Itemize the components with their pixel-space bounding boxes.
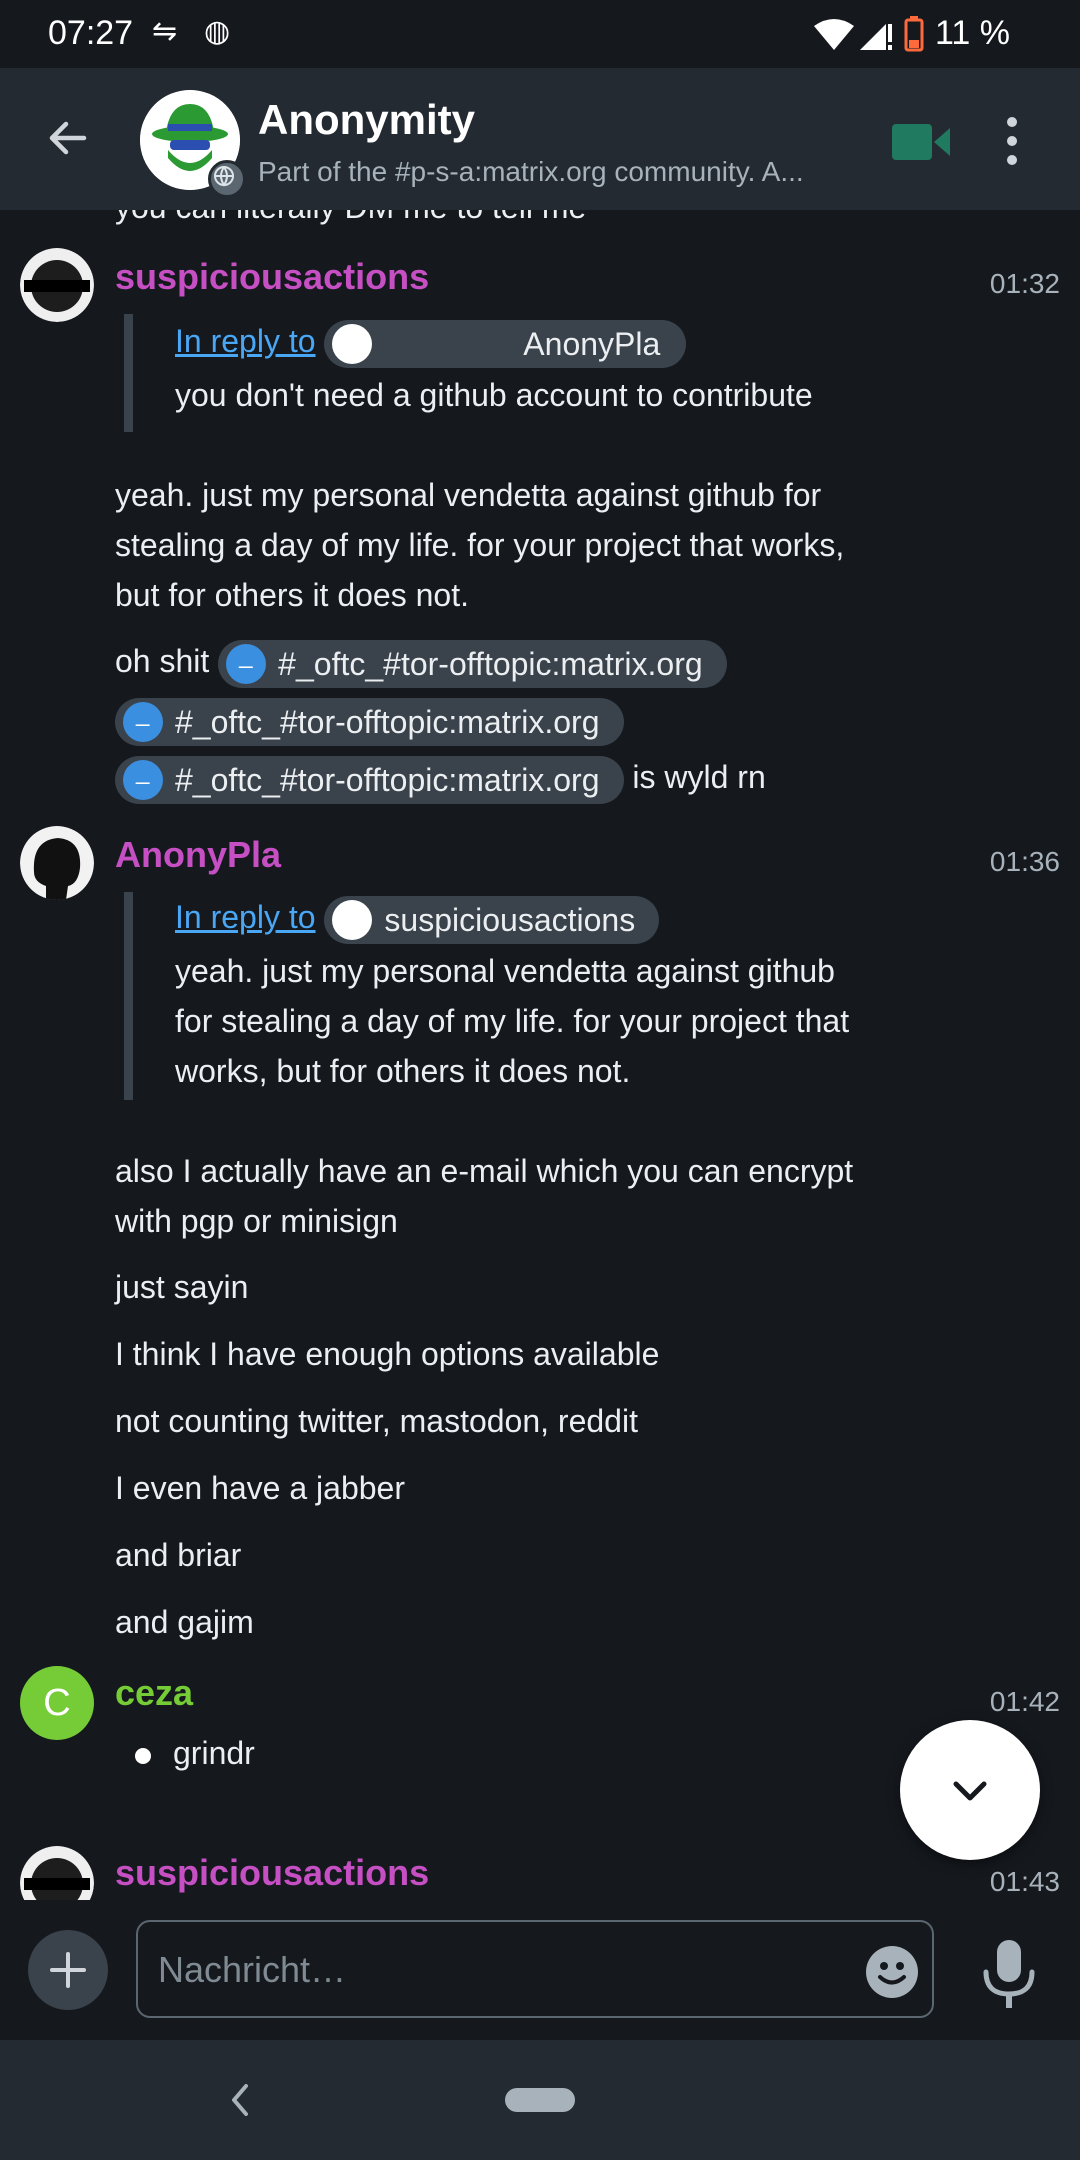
message-body: stealing a day of my life. for your proj…	[115, 527, 845, 563]
user-pill[interactable]: suspiciousactions	[324, 895, 660, 944]
room-pill-name: #_oftc_#tor-offtopic:matrix.org	[175, 761, 600, 798]
emoji-button[interactable]	[866, 1946, 918, 1998]
data-sync-icon: ⇋	[152, 15, 178, 48]
user-avatar-image	[20, 826, 94, 900]
message-body: not counting twitter, mastodon, reddit	[115, 1403, 638, 1439]
reply-quoted-text: you don't need a github account to contr…	[175, 377, 813, 413]
list-item: grindr	[135, 1728, 255, 1778]
room-pill-name: #_oftc_#tor-offtopic:matrix.org	[278, 645, 703, 682]
message-composer	[0, 1900, 1080, 2040]
message-body: yeah. just my personal vendetta against …	[115, 477, 822, 513]
emoji-icon	[878, 1962, 906, 1985]
sender-name[interactable]: ceza	[115, 1672, 193, 1714]
room-topic[interactable]: Part of the #p-s-a:matrix.org community.…	[258, 156, 848, 188]
message-text: oh shit	[115, 643, 210, 679]
sender-name[interactable]: suspiciousactions	[115, 1852, 429, 1894]
reply-quote-bar	[124, 892, 133, 1100]
message-body: but for others it does not.	[115, 577, 469, 613]
room-pill[interactable]: #_oftc_#tor-offtopic:matrix.org	[115, 748, 624, 804]
in-reply-to-link[interactable]: In reply to	[175, 899, 316, 935]
user-pill-avatar	[332, 324, 373, 365]
avatar[interactable]: C	[20, 1666, 94, 1740]
message-body: with pgp or minisign	[115, 1203, 398, 1239]
user-pill-name: AnonyPla	[523, 325, 661, 362]
message-body: I even have a jabber	[115, 1470, 405, 1506]
microphone-icon[interactable]	[978, 1938, 1040, 2010]
bullet-icon	[135, 1747, 151, 1764]
message-time: 01:42	[989, 1686, 1060, 1717]
message-line: #_oftc_#tor-offtopic:matrix.org	[115, 690, 624, 746]
reply-quoted-text: works, but for others it does not.	[175, 1053, 631, 1089]
room-pill-avatar	[123, 748, 163, 801]
message-input-box[interactable]	[136, 1920, 934, 2018]
message-time: 01:36	[989, 846, 1060, 877]
user-avatar-image	[20, 1846, 94, 1900]
room-pill-avatar	[123, 690, 163, 743]
message-time: 01:43	[989, 1866, 1060, 1897]
scroll-to-bottom-button[interactable]	[900, 1720, 1040, 1860]
reply-header: In reply to AnonyPla	[175, 316, 687, 368]
public-room-badge	[208, 160, 246, 198]
video-call-icon[interactable]	[892, 122, 950, 162]
list-item-text: grindr	[173, 1735, 255, 1771]
back-arrow-icon[interactable]	[44, 114, 92, 162]
app-notification-icon: ◍	[204, 15, 231, 48]
battery-percent: 11 %	[935, 14, 1010, 52]
reply-header: In reply to suspiciousactions	[175, 892, 660, 944]
room-toolbar: Anonymity Part of the #p-s-a:matrix.org …	[0, 68, 1080, 210]
message-body: I think I have enough options available	[115, 1336, 660, 1372]
user-pill[interactable]: AnonyPla	[324, 319, 687, 368]
wifi-icon	[814, 19, 854, 50]
system-nav-bar	[0, 2040, 1080, 2160]
in-reply-to-link[interactable]: In reply to	[175, 323, 316, 359]
reply-quote-bar	[124, 314, 133, 432]
message-body: also I actually have an e-mail which you…	[115, 1153, 854, 1189]
globe-icon	[214, 166, 234, 187]
plus-icon	[50, 1952, 86, 1988]
message-input[interactable]	[156, 1944, 850, 1996]
message-line: #_oftc_#tor-offtopic:matrix.org is wyld …	[115, 748, 766, 804]
reply-quoted-text: for stealing a day of my life. for your …	[175, 1003, 850, 1039]
sender-name[interactable]: AnonyPla	[115, 834, 281, 876]
status-bar: 07:27 ⇋ ◍ 11 %	[0, 0, 1080, 68]
chevron-down-icon	[953, 1781, 987, 1801]
room-title[interactable]: Anonymity	[258, 96, 475, 144]
room-pill-avatar	[226, 632, 267, 685]
nav-back-icon[interactable]	[226, 2080, 254, 2120]
room-pill-name: #_oftc_#tor-offtopic:matrix.org	[175, 703, 600, 740]
battery-icon	[904, 16, 924, 52]
signal-icon	[860, 24, 892, 50]
message-body: just sayin	[115, 1269, 249, 1305]
avatar[interactable]	[20, 248, 94, 322]
message-time: 01:32	[989, 268, 1060, 299]
reply-quoted-text: yeah. just my personal vendetta against …	[175, 953, 835, 989]
message-body: and briar	[115, 1537, 242, 1573]
user-avatar-image	[20, 248, 94, 322]
avatar[interactable]	[20, 1846, 94, 1900]
message-body: and gajim	[115, 1604, 254, 1640]
room-pill[interactable]: #_oftc_#tor-offtopic:matrix.org	[218, 632, 727, 688]
more-options-icon[interactable]	[1000, 116, 1024, 166]
sender-name[interactable]: suspiciousactions	[115, 256, 429, 298]
add-attachment-button[interactable]	[28, 1930, 108, 2010]
room-pill[interactable]: #_oftc_#tor-offtopic:matrix.org	[115, 690, 624, 746]
nav-home-pill[interactable]	[505, 2088, 575, 2112]
partial-message: you can literally DM me to tell me	[115, 210, 586, 232]
user-pill-avatar	[332, 900, 373, 941]
message-line: oh shit #_oftc_#tor-offtopic:matrix.org	[115, 632, 727, 688]
message-timeline[interactable]: you can literally DM me to tell me suspi…	[0, 210, 1080, 1900]
status-time: 07:27	[48, 14, 134, 52]
avatar[interactable]	[20, 826, 94, 900]
message-text: is wyld rn	[632, 759, 766, 795]
user-pill-name: suspiciousactions	[384, 901, 636, 938]
